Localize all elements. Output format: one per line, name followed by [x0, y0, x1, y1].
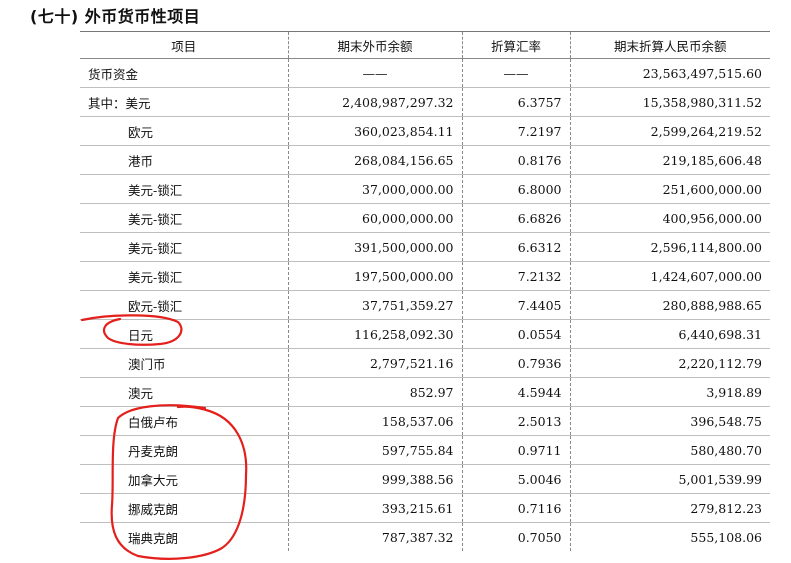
row-rmb: 23,563,497,515.60 — [570, 58, 770, 88]
row-rate: 6.6312 — [462, 232, 571, 262]
row-foreign: 360,023,854.11 — [288, 116, 463, 146]
table-row: 白俄卢布 158,537.06 2.5013 396,548.75 — [80, 406, 770, 436]
row-rmb: 15,358,980,311.52 — [570, 87, 770, 117]
row-rate: 6.8000 — [462, 174, 571, 204]
row-foreign: 37,751,359.27 — [288, 290, 463, 320]
row-rate: 6.6826 — [462, 203, 571, 233]
row-rate: 5.0046 — [462, 464, 571, 494]
row-item: 欧元-锁汇 — [80, 290, 289, 320]
row-item: 白俄卢布 — [80, 406, 289, 436]
row-foreign: —— — [288, 58, 463, 88]
row-rate: 0.7116 — [462, 493, 571, 523]
row-foreign: 391,500,000.00 — [288, 232, 463, 262]
row-foreign: 60,000,000.00 — [288, 203, 463, 233]
row-foreign: 597,755.84 — [288, 435, 463, 465]
table-row: 美元-锁汇 391,500,000.00 6.6312 2,596,114,80… — [80, 232, 770, 262]
row-item: 美元-锁汇 — [80, 174, 289, 204]
table-row: 澳元 852.97 4.5944 3,918.89 — [80, 377, 770, 407]
table-row: 货币资金 —— —— 23,563,497,515.60 — [80, 58, 770, 88]
row-rmb: 219,185,606.48 — [570, 145, 770, 175]
row-rmb: 6,440,698.31 — [570, 319, 770, 349]
table-row: 丹麦克朗 597,755.84 0.9711 580,480.70 — [80, 435, 770, 465]
row-rate: 6.3757 — [462, 87, 571, 117]
row-item: 其中：美元 — [80, 87, 289, 117]
row-foreign: 268,084,156.65 — [288, 145, 463, 175]
row-item: 美元-锁汇 — [80, 232, 289, 262]
row-foreign: 197,500,000.00 — [288, 261, 463, 291]
row-rmb: 396,548.75 — [570, 406, 770, 436]
row-rmb: 2,596,114,800.00 — [570, 232, 770, 262]
row-rmb: 555,108.06 — [690, 529, 762, 545]
row-item: 挪威克朗 — [80, 493, 289, 523]
row-foreign: 393,215.61 — [288, 493, 463, 523]
table-row: 美元-锁汇 197,500,000.00 7.2132 1,424,607,00… — [80, 261, 770, 291]
row-rate: 0.0554 — [462, 319, 571, 349]
header-rmb-balance: 期末折算人民币余额 — [570, 31, 770, 59]
row-rate: 4.5944 — [462, 377, 571, 407]
row-rmb: 1,424,607,000.00 — [570, 261, 770, 291]
table-row: 其中：美元 2,408,987,297.32 6.3757 15,358,980… — [80, 87, 770, 117]
row-rate: 2.5013 — [462, 406, 571, 436]
table-row: 加拿大元 999,388.56 5.0046 5,001,539.99 — [80, 464, 770, 494]
row-foreign: 2,797,521.16 — [288, 348, 463, 378]
header-item: 项目 — [80, 31, 289, 59]
row-item: 货币资金 — [80, 58, 289, 88]
table-row: 挪威克朗 393,215.61 0.7116 279,812.23 — [80, 493, 770, 523]
table-row: 美元-锁汇 37,000,000.00 6.8000 251,600,000.0… — [80, 174, 770, 204]
row-rate: —— — [462, 58, 571, 88]
row-rmb: 5,001,539.99 — [570, 464, 770, 494]
section-title: (七十) 外币货币性项目 — [30, 7, 201, 26]
row-item: 美元-锁汇 — [80, 203, 289, 233]
row-item: 丹麦克朗 — [80, 435, 289, 465]
foreign-currency-table: 项目 期末外币余额 折算汇率 期末折算人民币余额 货币资金 —— —— 23,5… — [80, 31, 770, 551]
row-foreign: 852.97 — [288, 377, 463, 407]
row-rmb: 400,956,000.00 — [570, 203, 770, 233]
row-rate: 7.2197 — [462, 116, 571, 146]
row-rmb: 279,812.23 — [570, 493, 770, 523]
row-foreign: 116,258,092.30 — [288, 319, 463, 349]
row-rmb: 3,918.89 — [570, 377, 770, 407]
row-rate: 0.7936 — [462, 348, 571, 378]
row-rate: 0.9711 — [462, 435, 571, 465]
row-item: 瑞典克朗 — [80, 522, 289, 551]
table-row: 美元-锁汇 60,000,000.00 6.6826 400,956,000.0… — [80, 203, 770, 233]
row-item: 美元-锁汇 — [80, 261, 289, 291]
row-item: 澳门币 — [80, 348, 289, 378]
table-row: 澳门币 2,797,521.16 0.7936 2,220,112.79 — [80, 348, 770, 378]
row-foreign: 2,408,987,297.32 — [288, 87, 463, 117]
row-rate: 0.7050 — [462, 522, 571, 551]
row-rmb: 2,599,264,219.52 — [570, 116, 770, 146]
row-item: 澳元 — [80, 377, 289, 407]
row-rate: 0.8176 — [462, 145, 571, 175]
row-item: 日元 — [80, 319, 289, 349]
table-row: 港币 268,084,156.65 0.8176 219,185,606.48 — [80, 145, 770, 175]
header-exchange-rate: 折算汇率 — [462, 31, 571, 59]
row-rmb: 251,600,000.00 — [570, 174, 770, 204]
row-rmb: 580,480.70 — [570, 435, 770, 465]
table-row: 欧元-锁汇 37,751,359.27 7.4405 280,888,988.6… — [80, 290, 770, 320]
row-foreign: 37,000,000.00 — [288, 174, 463, 204]
row-item: 欧元 — [80, 116, 289, 146]
row-rate: 7.4405 — [462, 290, 571, 320]
row-foreign: 787,387.32 — [288, 522, 463, 551]
table-header-row: 项目 期末外币余额 折算汇率 期末折算人民币余额 — [80, 31, 770, 59]
row-item: 港币 — [80, 145, 289, 175]
header-foreign-balance: 期末外币余额 — [288, 31, 463, 59]
row-foreign: 999,388.56 — [288, 464, 463, 494]
table-row: 日元 116,258,092.30 0.0554 6,440,698.31 — [80, 319, 770, 349]
table-row: 欧元 360,023,854.11 7.2197 2,599,264,219.5… — [80, 116, 770, 146]
row-rmb: 280,888,988.65 — [570, 290, 770, 320]
row-rate: 7.2132 — [462, 261, 571, 291]
row-rmb: 2,220,112.79 — [570, 348, 770, 378]
row-item: 加拿大元 — [80, 464, 289, 494]
row-foreign: 158,537.06 — [288, 406, 463, 436]
table-row: 瑞典克朗 787,387.32 0.7050 555,108.06 — [80, 522, 770, 551]
